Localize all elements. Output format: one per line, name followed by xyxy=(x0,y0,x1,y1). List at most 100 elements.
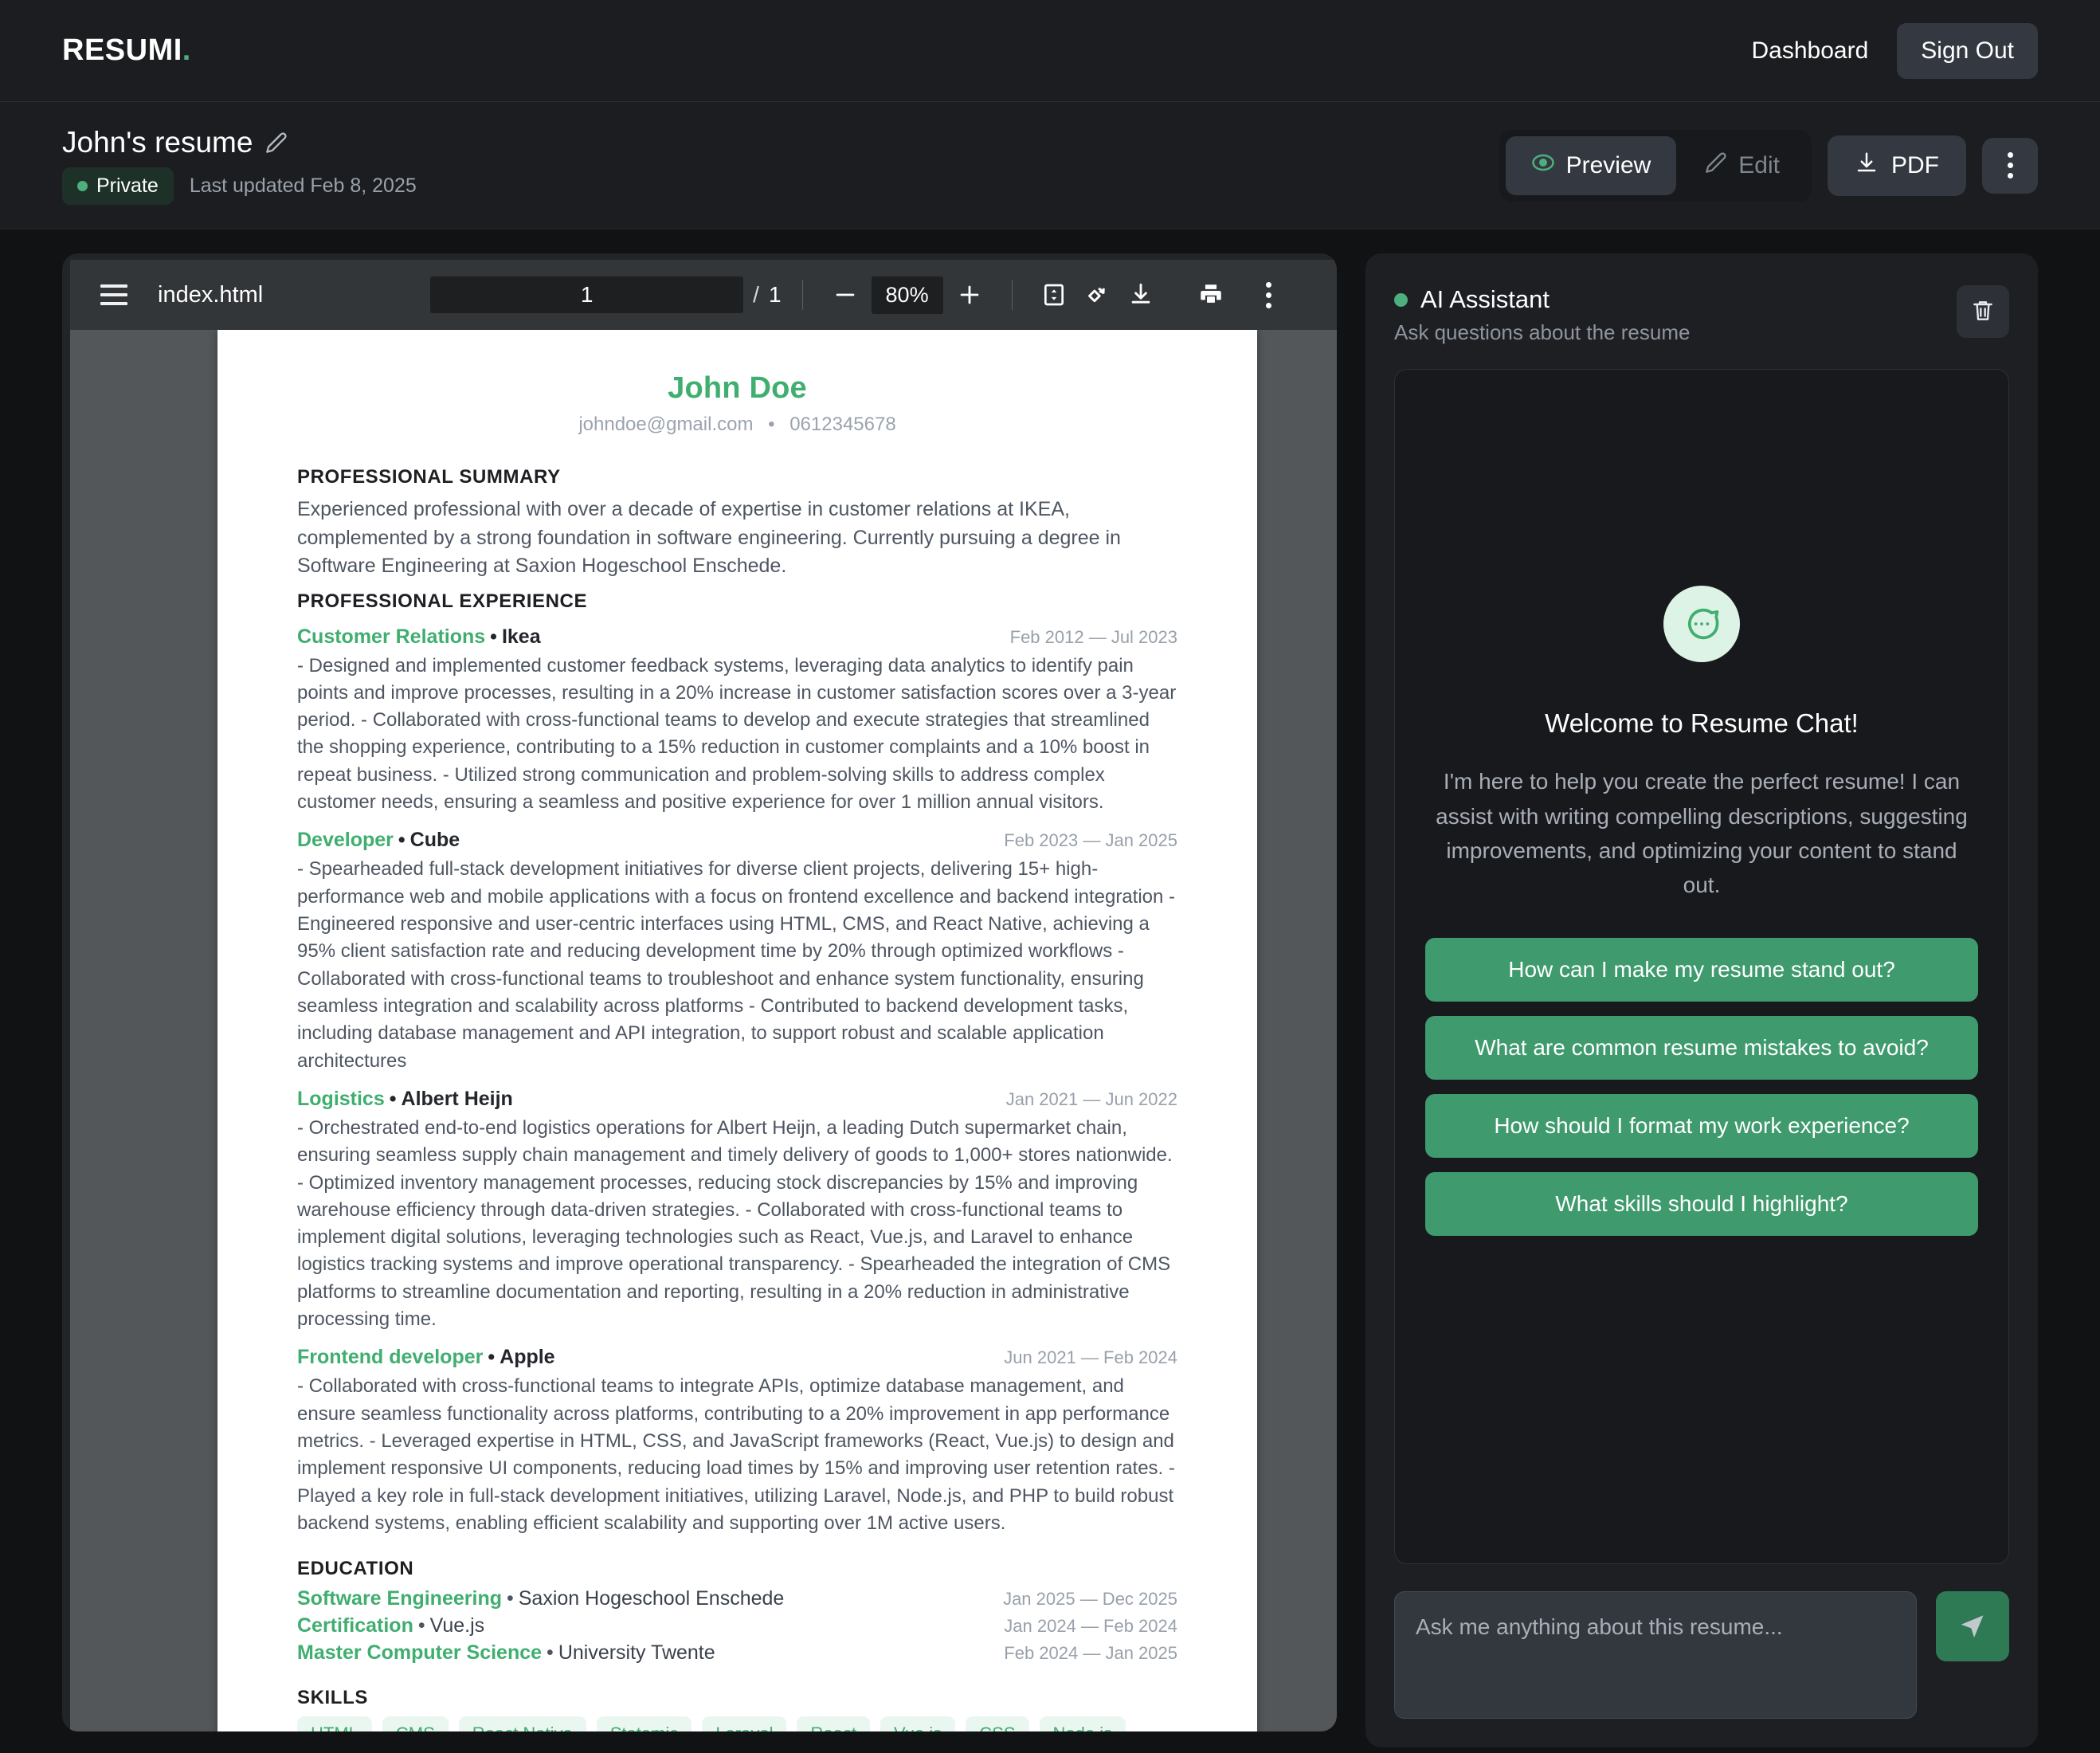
section-heading-education: EDUCATION xyxy=(297,1558,414,1580)
education-entry-title: Master Computer Science • University Twent… xyxy=(297,1641,715,1665)
ai-input-row xyxy=(1394,1591,2009,1719)
document-title-row: John's resume xyxy=(62,126,417,159)
zoom-out-button[interactable] xyxy=(824,278,867,312)
app-logo[interactable]: RESUMI. xyxy=(62,33,191,68)
experience-company: Cube xyxy=(409,829,460,852)
experience-entry-header: Logistics • Albert Heijn Jan 2021 — Jun 202… xyxy=(297,1088,1177,1111)
app-logo-text: RESUMI xyxy=(62,33,182,67)
resume-education-section: EDUCATION Software Engineering • Saxion Ho… xyxy=(297,1558,1177,1665)
contact-separator-icon: • xyxy=(768,414,775,435)
bullet-separator-icon: • xyxy=(490,625,497,648)
ai-assistant-header: AI Assistant Ask questions about the res… xyxy=(1394,285,2009,345)
dashboard-link[interactable]: Dashboard xyxy=(1734,26,1886,76)
preview-mode-button[interactable]: Preview xyxy=(1505,135,1677,195)
document-meta-row: Private Last updated Feb 8, 2025 xyxy=(62,167,417,205)
send-message-button[interactable] xyxy=(1936,1591,2009,1661)
skill-chip: HTML xyxy=(297,1716,372,1731)
experience-description: - Collaborated with cross-functional tea… xyxy=(297,1375,1175,1534)
bullet-separator-icon: • xyxy=(389,1087,397,1110)
pdf-page-scroll-area[interactable]: John Doe johndoe@gmail.com • 0612345678 … xyxy=(70,330,1337,1731)
clear-chat-button[interactable] xyxy=(1957,285,2009,338)
experience-entry-title: Customer Relations • Ikea xyxy=(297,626,541,649)
zoom-in-button[interactable] xyxy=(948,278,991,312)
ai-assistant-header-text: AI Assistant Ask questions about the res… xyxy=(1394,285,1690,345)
resume-phone: 0612345678 xyxy=(789,414,896,435)
ai-suggestion-button[interactable]: What skills should I highlight? xyxy=(1425,1171,1978,1236)
download-pdf-button[interactable]: PDF xyxy=(1828,135,1966,196)
education-entry-title: Software Engineering • Saxion Hogeschool E… xyxy=(297,1587,784,1610)
rotate-icon[interactable] xyxy=(1075,278,1118,312)
experience-role: Developer xyxy=(297,829,394,852)
ai-assistant-panel: AI Assistant Ask questions about the res… xyxy=(1365,253,2038,1747)
education-institution: Saxion Hogeschool Enschede xyxy=(518,1587,785,1610)
experience-entry-header: Developer • Cube Feb 2023 — Jan 2025 xyxy=(297,829,1177,852)
pdf-more-options-icon[interactable] xyxy=(1260,279,1278,312)
top-navigation-bar: RESUMI. Dashboard Sign Out xyxy=(0,0,2100,102)
experience-entry-title: Frontend developer • Apple xyxy=(297,1346,555,1369)
education-entry: Software Engineering • Saxion Hogeschool E… xyxy=(297,1587,1177,1610)
pdf-toolbar-center-controls: / 1 80% xyxy=(430,276,1117,314)
chat-input[interactable] xyxy=(1394,1591,1917,1719)
education-entry: Master Computer Science • University Twent… xyxy=(297,1641,1177,1665)
page-number-input[interactable] xyxy=(430,276,744,313)
sign-out-button[interactable]: Sign Out xyxy=(1897,22,2038,79)
experience-entry-title: Developer • Cube xyxy=(297,829,460,852)
pdf-viewer-toolbar: index.html / 1 80% xyxy=(70,260,1337,330)
bullet-separator-icon: • xyxy=(488,1346,496,1369)
experience-description: - Designed and implemented customer feed… xyxy=(297,654,1177,814)
kebab-dot-icon xyxy=(2007,173,2013,178)
pdf-toolbar-right-controls xyxy=(1119,278,1307,312)
education-dates: Feb 2024 — Jan 2025 xyxy=(1004,1643,1177,1664)
status-badge-label: Private xyxy=(96,175,159,197)
page-title: John's resume xyxy=(62,126,253,159)
chat-bubble-icon xyxy=(1663,586,1740,663)
trash-icon xyxy=(1970,298,1996,326)
more-options-button[interactable] xyxy=(1982,137,2038,194)
ai-suggestion-button[interactable]: How can I make my resume stand out? xyxy=(1425,937,1978,1002)
skill-chip: Statamic xyxy=(596,1716,692,1731)
education-degree: Master Computer Science xyxy=(297,1641,543,1665)
download-icon xyxy=(1855,151,1879,181)
download-icon[interactable] xyxy=(1119,278,1162,312)
experience-company: Albert Heijn xyxy=(401,1087,513,1110)
education-entry: Certification • Vue.js Jan 2024 — Feb 2024 xyxy=(297,1614,1177,1637)
experience-list: Customer Relations • Ikea Feb 2012 — Jul 20… xyxy=(297,626,1177,1538)
ai-welcome-body: I'm here to help you create the perfect … xyxy=(1436,769,1968,898)
sidebar-toggle-icon[interactable] xyxy=(100,284,127,305)
send-icon xyxy=(1957,1610,1988,1643)
experience-role: Frontend developer xyxy=(297,1346,484,1369)
document-header: John's resume Private Last updated Feb 8… xyxy=(0,102,2100,229)
experience-company: Ikea xyxy=(501,625,541,648)
ai-suggestion-button[interactable]: How should I format my work experience? xyxy=(1425,1093,1978,1158)
app-logo-dot: . xyxy=(182,33,191,67)
edit-title-pencil-icon[interactable] xyxy=(265,131,288,154)
print-icon[interactable] xyxy=(1189,278,1232,312)
experience-dates: Jan 2021 — Jun 2022 xyxy=(1005,1088,1177,1109)
fit-page-icon[interactable] xyxy=(1033,279,1075,311)
document-header-info: John's resume Private Last updated Feb 8… xyxy=(62,126,417,205)
experience-dates: Feb 2012 — Jul 2023 xyxy=(1009,626,1177,647)
section-heading-summary: PROFESSIONAL SUMMARY xyxy=(297,466,561,488)
toolbar-divider xyxy=(1011,280,1013,310)
online-status-dot-icon xyxy=(1394,292,1408,307)
resume-contact-line: johndoe@gmail.com • 0612345678 xyxy=(297,414,1177,436)
ai-assistant-subtitle: Ask questions about the resume xyxy=(1394,320,1691,344)
experience-entry: Frontend developer • Apple Jun 2021 — Feb 2… xyxy=(297,1346,1177,1537)
zoom-level-display[interactable]: 80% xyxy=(871,276,943,314)
experience-dates: Feb 2023 — Jan 2025 xyxy=(1004,830,1177,851)
education-list: Software Engineering • Saxion Hogeschool E… xyxy=(297,1587,1177,1665)
ai-suggestion-list: How can I make my resume stand out? What … xyxy=(1425,937,1978,1236)
bullet-separator-icon: • xyxy=(506,1587,514,1610)
ai-suggestion-button[interactable]: What are common resume mistakes to avoid… xyxy=(1425,1015,1978,1080)
pencil-icon xyxy=(1705,151,1727,180)
bullet-separator-icon: • xyxy=(547,1641,554,1665)
page-separator: / xyxy=(753,282,759,307)
experience-entry-title: Logistics • Albert Heijn xyxy=(297,1088,513,1111)
section-heading-experience: PROFESSIONAL EXPERIENCE xyxy=(297,590,588,612)
education-institution: Vue.js xyxy=(429,1614,485,1637)
edit-mode-button[interactable]: Edit xyxy=(1679,137,1805,194)
skill-chip: CSS xyxy=(966,1716,1029,1731)
status-badge: Private xyxy=(62,167,174,205)
toolbar-divider xyxy=(801,280,803,310)
kebab-dot-icon xyxy=(2007,163,2013,168)
